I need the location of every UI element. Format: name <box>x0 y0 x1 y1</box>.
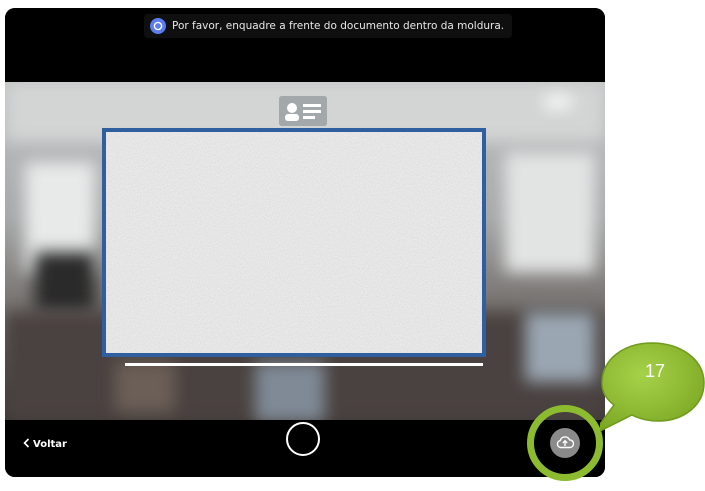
document-frame <box>102 128 486 357</box>
step-number: 17 <box>644 361 666 381</box>
id-card-icon <box>279 96 327 126</box>
frame-underline <box>125 363 483 366</box>
bottom-bar: Voltar <box>5 420 605 477</box>
info-icon <box>150 18 166 34</box>
document-preview <box>106 132 482 353</box>
camera-capture-screen: Por favor, enquadre a frente do document… <box>5 8 605 477</box>
instruction-text: Por favor, enquadre a frente do document… <box>172 20 505 32</box>
capture-button[interactable] <box>286 422 320 456</box>
camera-preview <box>5 82 605 420</box>
back-button[interactable]: Voltar <box>23 438 67 451</box>
instruction-banner: Por favor, enquadre a frente do document… <box>144 14 513 38</box>
highlight-ring <box>527 405 603 481</box>
top-bar: Por favor, enquadre a frente do document… <box>5 8 605 82</box>
step-callout: 17 <box>600 341 705 439</box>
back-label: Voltar <box>33 439 67 450</box>
chevron-left-icon <box>23 438 30 451</box>
